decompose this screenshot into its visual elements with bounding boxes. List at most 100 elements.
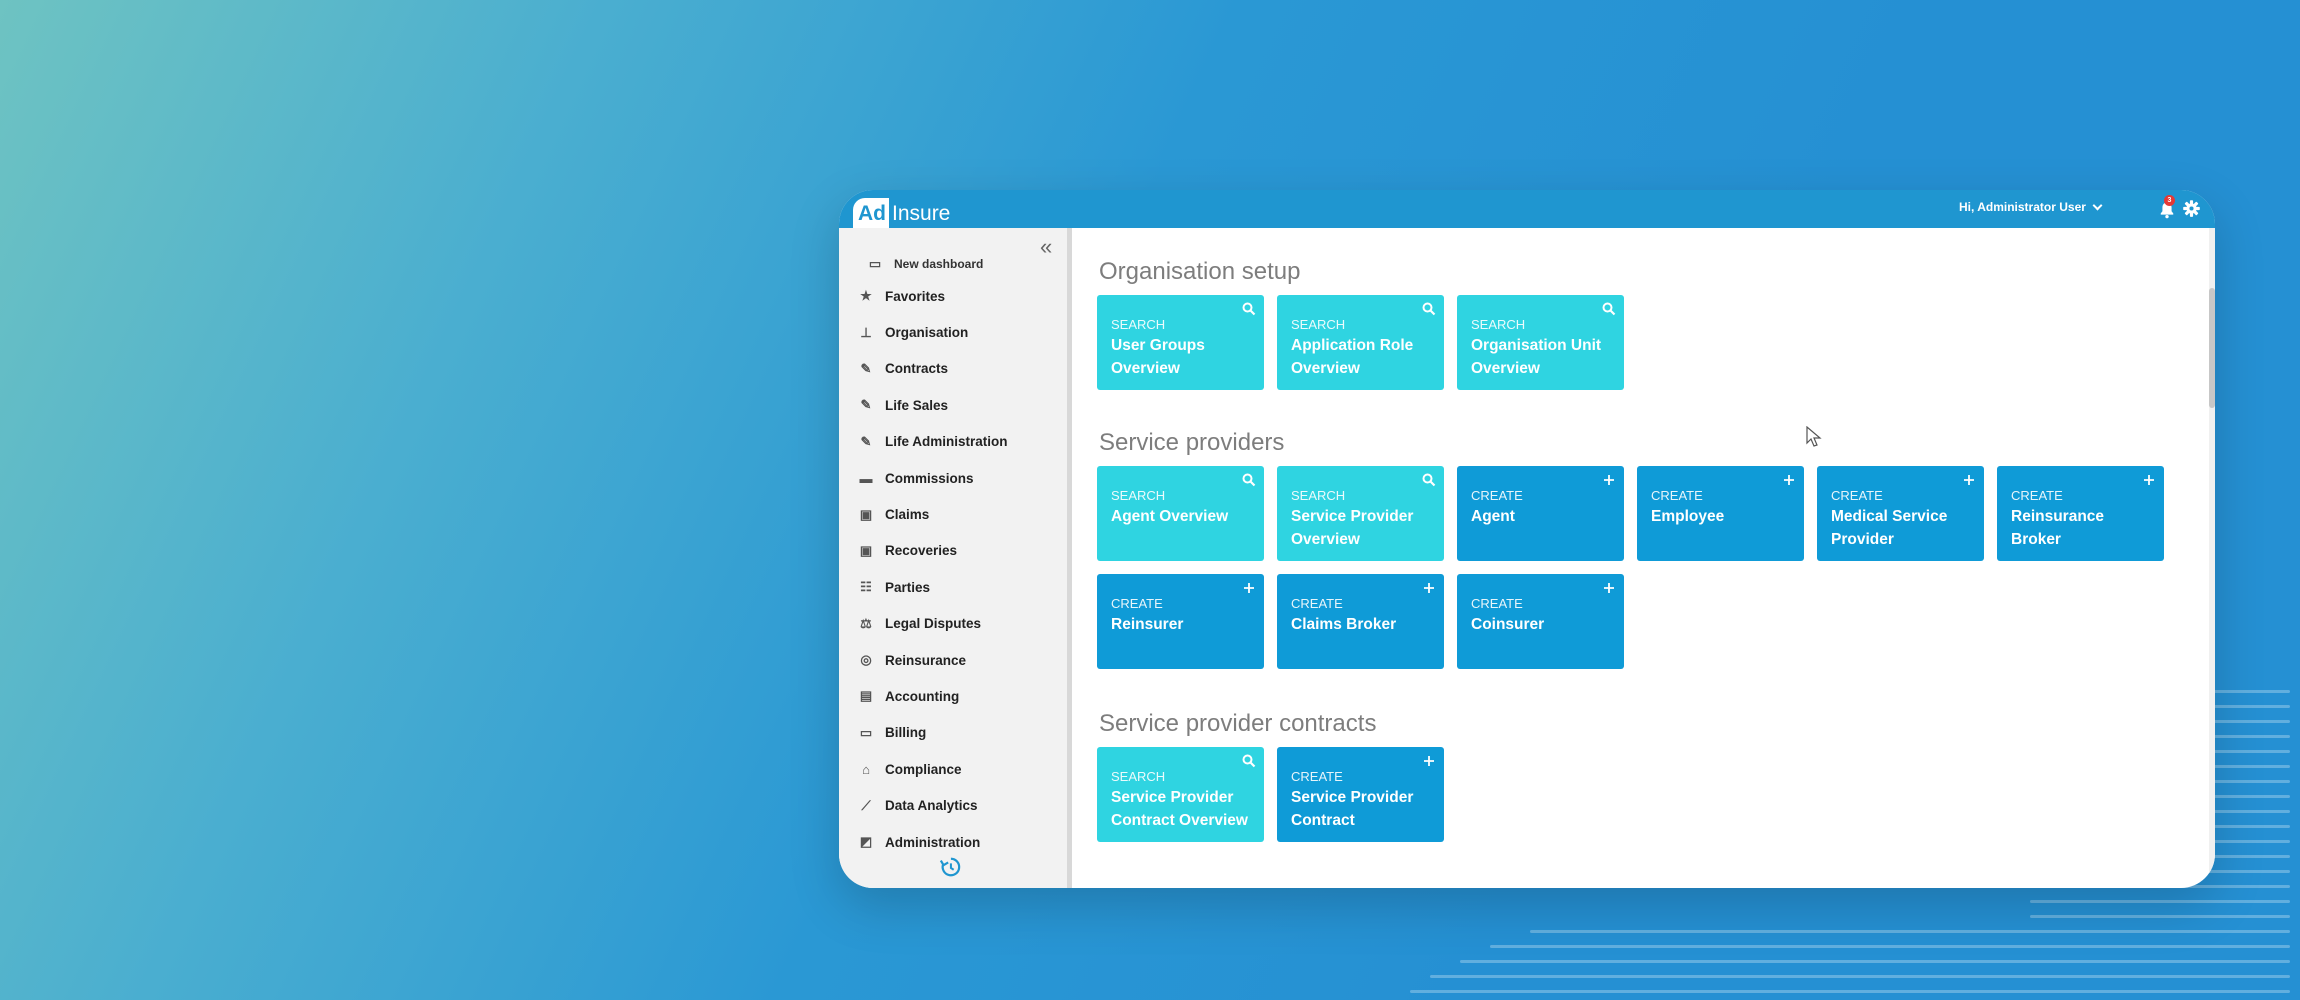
sidebar-item-organisation[interactable]: ⊥ Organisation [839, 314, 1067, 350]
tile-kind: CREATE [1291, 596, 1343, 611]
tile-kind: CREATE [2011, 488, 2063, 503]
sidebar-item-label: Accounting [885, 688, 960, 704]
adinsure-logo[interactable]: Ad Insure [853, 194, 954, 228]
tile-kind: CREATE [1111, 596, 1163, 611]
tile-label: Agent [1471, 508, 1515, 525]
section-title: Organisation setup [1099, 258, 1301, 285]
contract-icon: ✎ [860, 397, 872, 413]
section-title: Service providers [1099, 429, 1285, 456]
mouse-cursor-icon [1806, 426, 1822, 447]
logo-insure: Insure [892, 202, 951, 225]
search-tile-application-role-overview[interactable]: SEARCH Application Role Overview [1277, 295, 1444, 390]
sidebar-item-new-dashboard[interactable]: ▭ New dashboard [839, 250, 1067, 278]
contract-icon: ✎ [860, 433, 872, 449]
sidebar-item-commissions[interactable]: ▬ Commissions [839, 460, 1067, 496]
search-tile-organisation-unit-overview[interactable]: SEARCH Organisation Unit Overview [1457, 295, 1624, 390]
card-icon: ▭ [859, 724, 873, 740]
tile-label: Claims Broker [1291, 616, 1397, 633]
gear-icon[interactable] [2182, 199, 2201, 218]
tile-kind: CREATE [1471, 488, 1523, 503]
sidebar-item-legal-disputes[interactable]: ⚖ Legal Disputes [839, 606, 1067, 642]
plus-icon [2142, 473, 2156, 487]
admin-icon: ◩ [859, 834, 873, 850]
tile-kind: CREATE [1831, 488, 1883, 503]
sidebar-item-favorites[interactable]: ★ Favorites [839, 278, 1067, 314]
sidebar-item-label: Parties [885, 579, 931, 595]
history-icon[interactable] [939, 856, 961, 878]
tile-label: Application Role [1291, 337, 1414, 354]
sidebar-item-claims[interactable]: ▣ Claims [839, 496, 1067, 532]
search-icon [1242, 302, 1256, 316]
sidebar-item-parties[interactable]: ☷ Parties [839, 569, 1067, 605]
tile-label: Overview [1291, 531, 1360, 548]
search-icon [1422, 473, 1436, 487]
user-greeting: Hi, Administrator User [1959, 200, 2086, 214]
logo-ad: Ad [853, 198, 889, 228]
tile-label: Contract Overview [1111, 812, 1248, 829]
org-chart-icon: ⊥ [860, 324, 872, 340]
create-tile-medical-service-provider[interactable]: CREATE Medical Service Provider [1817, 466, 1984, 561]
create-tile-coinsurer[interactable]: CREATE Coinsurer [1457, 574, 1624, 669]
search-icon [1422, 302, 1436, 316]
briefcase-icon: ▣ [859, 506, 873, 522]
sidebar-nav: ▭ New dashboard ★ Favorites ⊥ Organisation ✎ Co… [839, 250, 1067, 860]
create-tile-claims-broker[interactable]: CREATE Claims Broker [1277, 574, 1444, 669]
stripe [1460, 960, 2290, 963]
tile-label: Medical Service [1831, 508, 1948, 525]
sidebar-item-life-sales[interactable]: ✎ Life Sales [839, 387, 1067, 423]
plus-icon [1782, 473, 1796, 487]
create-tile-reinsurer[interactable]: CREATE Reinsurer [1097, 574, 1264, 669]
reinsurance-icon: ◎ [860, 652, 872, 668]
tile-label: Employee [1651, 508, 1725, 525]
sidebar-item-data-analytics[interactable]: ⟋ Data Analytics [839, 787, 1067, 823]
sidebar-item-label: Recoveries [885, 543, 958, 559]
stripe [2030, 900, 2290, 903]
sidebar-item-label: Claims [885, 507, 930, 523]
tile-kind: SEARCH [1111, 769, 1166, 784]
scrollbar-track[interactable] [2209, 228, 2215, 888]
stripe [1410, 990, 2290, 993]
tile-label: Service Provider [1291, 508, 1414, 525]
sidebar-item-recoveries[interactable]: ▣ Recoveries [839, 533, 1067, 569]
create-tile-service-provider-contract[interactable]: CREATE Service Provider Contract [1277, 747, 1444, 842]
plus-icon [1962, 473, 1976, 487]
search-tile-service-provider-overview[interactable]: SEARCH Service Provider Overview [1277, 466, 1444, 561]
sidebar-item-label: Contracts [885, 361, 949, 377]
create-tile-agent[interactable]: CREATE Agent [1457, 466, 1624, 561]
search-icon [1242, 473, 1256, 487]
briefcase-icon: ▣ [859, 542, 873, 558]
sidebar-item-life-administration[interactable]: ✎ Life Administration [839, 424, 1067, 460]
tile-kind: SEARCH [1111, 488, 1166, 503]
sidebar-item-reinsurance[interactable]: ◎ Reinsurance [839, 642, 1067, 678]
scrollbar-thumb[interactable] [2209, 288, 2215, 408]
search-tile-user-groups-overview[interactable]: SEARCH User Groups Overview [1097, 295, 1264, 390]
sidebar-item-billing[interactable]: ▭ Billing [839, 715, 1067, 751]
create-tile-employee[interactable]: CREATE Employee [1637, 466, 1804, 561]
ledger-icon: ▤ [859, 688, 873, 704]
notification-badge: 3 [2164, 195, 2175, 206]
wallet-icon: ▬ [859, 470, 873, 486]
sidebar-item-label: Organisation [885, 325, 969, 341]
sidebar-item-label: Commissions [885, 470, 974, 486]
search-tile-service-provider-contract-overview[interactable]: SEARCH Service Provider Contract Overview [1097, 747, 1264, 842]
sidebar-item-label: Data Analytics [885, 798, 978, 814]
people-icon: ☷ [860, 579, 872, 595]
search-tile-agent-overview[interactable]: SEARCH Agent Overview [1097, 466, 1264, 561]
sidebar-item-label: Compliance [885, 761, 962, 777]
sidebar-item-administration[interactable]: ◩ Administration [839, 824, 1067, 860]
sidebar-item-accounting[interactable]: ▤ Accounting [839, 678, 1067, 714]
contract-icon: ✎ [860, 360, 872, 376]
sidebar-item-label: Legal Disputes [885, 616, 982, 632]
create-tile-reinsurance-broker[interactable]: CREATE Reinsurance Broker [1997, 466, 2164, 561]
section-title: Service provider contracts [1099, 710, 1377, 737]
tile-label: Overview [1111, 360, 1180, 377]
sidebar-item-contracts[interactable]: ✎ Contracts [839, 351, 1067, 387]
sidebar-item-compliance[interactable]: ⌂ Compliance [839, 751, 1067, 787]
sidebar-item-label: Favorites [885, 288, 946, 304]
tile-label: Overview [1291, 360, 1360, 377]
top-bar: Ad Insure Hi, Administrator User 3 [839, 190, 2215, 228]
user-menu[interactable]: Hi, Administrator User [1959, 200, 2103, 214]
app-window: Ad Insure Hi, Administrator User 3 « ▭ N… [839, 190, 2215, 888]
sidebar-item-label: New dashboard [894, 257, 984, 271]
bank-icon: ⌂ [862, 761, 870, 777]
